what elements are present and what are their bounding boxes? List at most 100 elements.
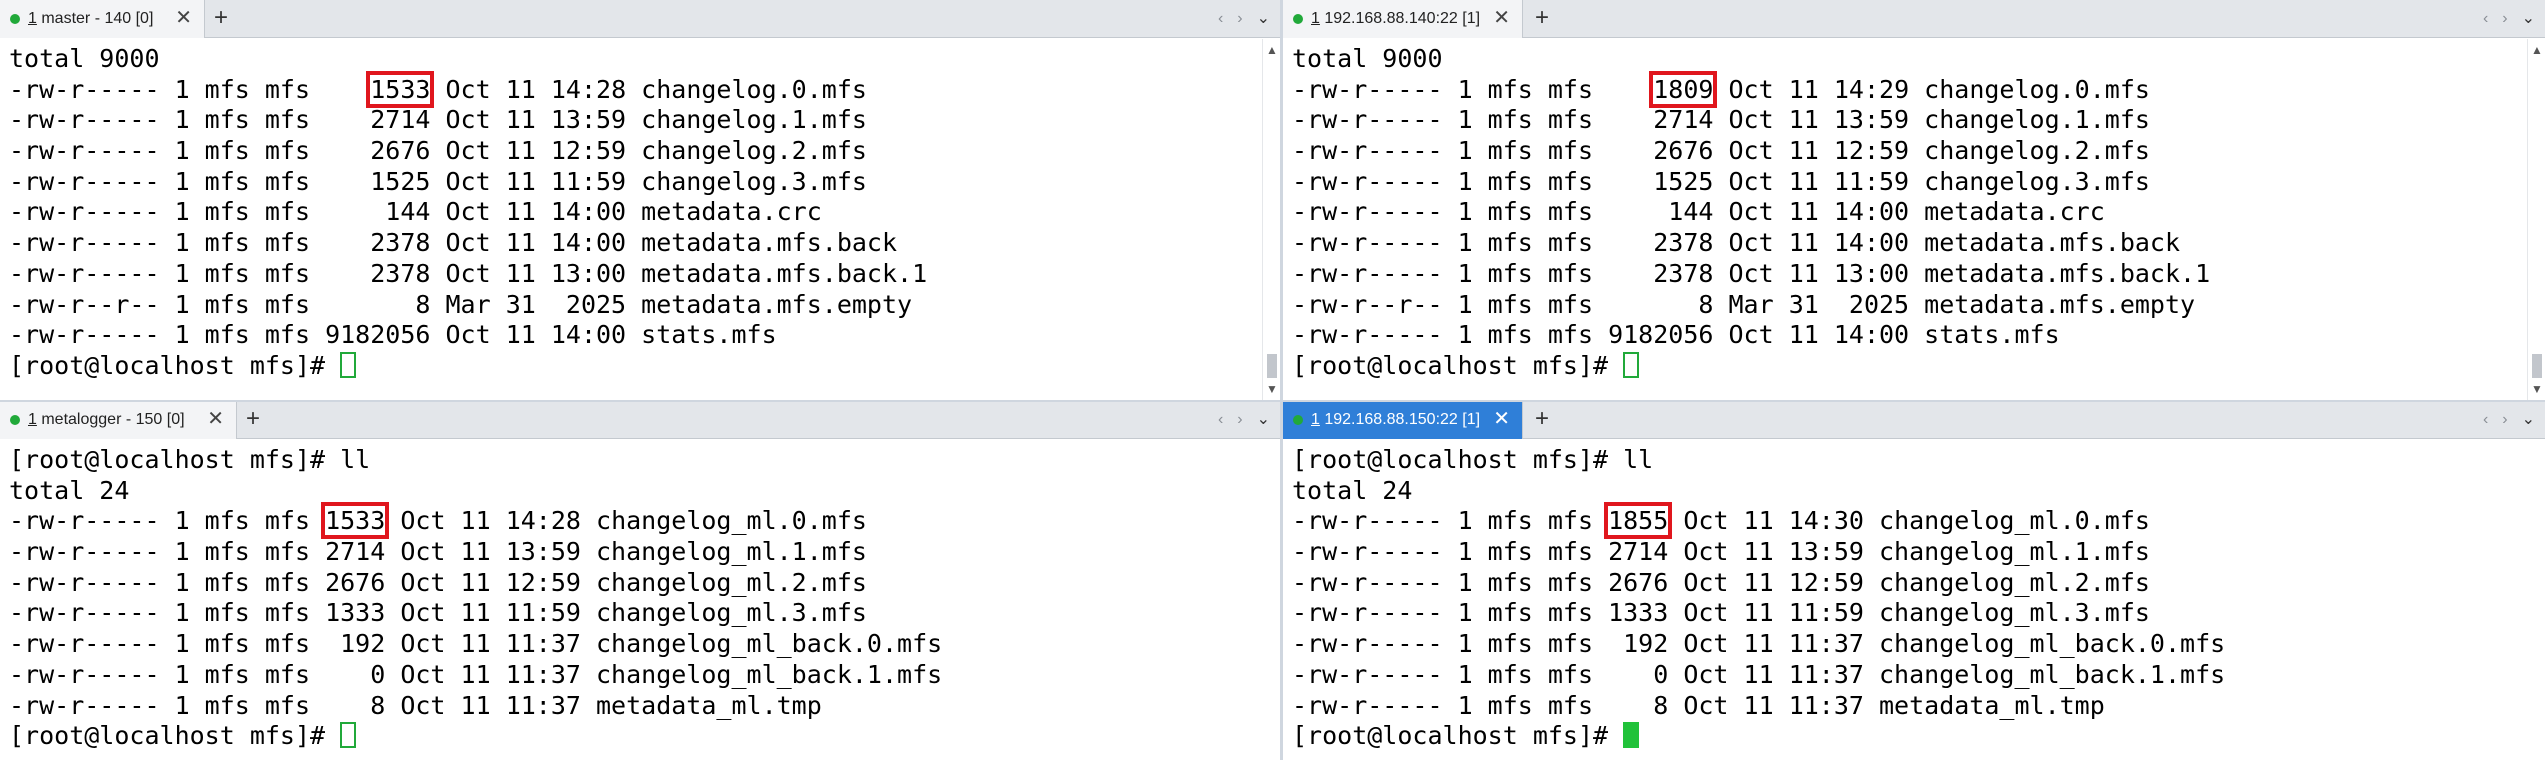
tab-label: 1 master - 140 [0] — [28, 10, 154, 27]
chevron-down-icon: ⌄ — [1256, 411, 1270, 428]
chevron-left-icon: ‹ — [2482, 411, 2503, 428]
tab-label: 1 192.168.88.150:22 [1] — [1311, 411, 1481, 428]
terminal-line: -rw-r----- 1 mfs mfs 2676 Oct 11 12:59 c… — [9, 136, 867, 166]
new-tab-button[interactable]: + — [1535, 6, 1549, 30]
terminal-line: -rw-r----- 1 mfs mfs 8 Oct 11 11:37 meta… — [1292, 690, 2105, 720]
tab-navigation[interactable]: ‹›⌄ — [2483, 8, 2535, 28]
terminal-line: -rw-r----- 1 mfs mfs 1533 Oct 11 14:28 c… — [9, 502, 867, 540]
terminal-line: -rw-r----- 1 mfs mfs 9182056 Oct 11 14:0… — [9, 320, 777, 350]
highlighted-file-size: 1809 — [1649, 70, 1718, 108]
terminal-line: -rw-r----- 1 mfs mfs 1525 Oct 11 11:59 c… — [1292, 166, 2150, 196]
tab-label: 1 192.168.88.140:22 [1] — [1311, 10, 1481, 27]
tab-metalogger[interactable]: 1 metalogger - 150 [0] ✕ — [0, 401, 237, 439]
terminal-line: -rw-r----- 1 mfs mfs 1333 Oct 11 11:59 c… — [9, 598, 867, 628]
new-tab-button[interactable]: + — [214, 6, 228, 30]
status-dot-icon — [10, 14, 20, 24]
tab-navigation[interactable]: ‹›⌄ — [1218, 8, 1270, 28]
shell-prompt: [root@localhost mfs]# — [1292, 721, 2225, 752]
close-tab-icon[interactable]: ✕ — [1493, 8, 1510, 28]
terminal-output[interactable]: total 9000 -rw-r----- 1 mfs mfs 1809 Oct … — [1283, 39, 2545, 400]
terminal-pane-metalogger[interactable]: 1 metalogger - 150 [0] ✕ + ‹›⌄ [root@loc… — [0, 401, 1280, 760]
terminal-line: -rw-r----- 1 mfs mfs 144 Oct 11 14:00 me… — [9, 197, 822, 227]
terminal-line: total 9000 — [9, 44, 160, 73]
terminal-line: -rw-r----- 1 mfs mfs 2378 Oct 11 13:00 m… — [9, 258, 928, 288]
tab-192-168-88-140[interactable]: 1 192.168.88.140:22 [1] ✕ — [1283, 0, 1523, 38]
terminal-line: -rw-r----- 1 mfs mfs 2378 Oct 11 14:00 m… — [1292, 228, 2181, 258]
tab-192-168-88-150[interactable]: 1 192.168.88.150:22 [1] ✕ — [1283, 401, 1523, 439]
chevron-right-icon: › — [1237, 411, 1257, 428]
terminal-pane-140-ssh[interactable]: 1 192.168.88.140:22 [1] ✕ + ‹›⌄ total 90… — [1283, 0, 2545, 400]
scrollbar[interactable]: ▲ ▼ — [2527, 39, 2545, 400]
terminal-line: total 24 — [1292, 475, 1413, 505]
chevron-left-icon: ‹ — [1217, 10, 1238, 27]
terminal-line: -rw-r----- 1 mfs mfs 2676 Oct 11 12:59 c… — [1292, 567, 2150, 597]
status-dot-icon — [1293, 14, 1303, 24]
tab-label: 1 metalogger - 150 [0] — [28, 411, 185, 428]
status-dot-icon — [10, 415, 20, 425]
terminal-pane-150-ssh[interactable]: 1 192.168.88.150:22 [1] ✕ + ‹›⌄ [root@lo… — [1283, 401, 2545, 760]
tab-bar: 1 master - 140 [0] ✕ + ‹›⌄ — [0, 0, 1280, 38]
tab-navigation[interactable]: ‹›⌄ — [2483, 409, 2535, 429]
terminal-line: -rw-r----- 1 mfs mfs 2378 Oct 11 13:00 m… — [1292, 258, 2211, 288]
chevron-left-icon: ‹ — [1217, 411, 1238, 428]
terminal-line: -rw-r----- 1 mfs mfs 2714 Oct 11 13:59 c… — [1292, 105, 2150, 135]
chevron-left-icon: ‹ — [2482, 10, 2503, 27]
shell-prompt: [root@localhost mfs]# — [1292, 351, 2210, 382]
terminal-output[interactable]: [root@localhost mfs]# ll total 24 -rw-r---… — [0, 440, 1280, 760]
pane-divider-vertical[interactable] — [1280, 0, 1283, 760]
terminal-line: -rw-r----- 1 mfs mfs 144 Oct 11 14:00 me… — [1292, 197, 2105, 227]
status-dot-icon — [1293, 415, 1303, 425]
terminal-line: -rw-r----- 1 mfs mfs 2676 Oct 11 12:59 c… — [1292, 136, 2150, 166]
terminal-output[interactable]: total 9000 -rw-r----- 1 mfs mfs 1533 Oct … — [0, 39, 1280, 400]
terminal-line: total 9000 — [1292, 44, 1443, 73]
scroll-up-icon: ▲ — [1266, 43, 1278, 57]
close-tab-icon[interactable]: ✕ — [175, 8, 192, 28]
close-tab-icon[interactable]: ✕ — [207, 409, 224, 429]
terminal-line: -rw-r--r-- 1 mfs mfs 8 Mar 31 2025 metad… — [9, 289, 913, 319]
chevron-right-icon: › — [2502, 10, 2522, 27]
terminal-line: -rw-r----- 1 mfs mfs 1333 Oct 11 11:59 c… — [1292, 598, 2150, 628]
terminal-line: -rw-r----- 1 mfs mfs 2676 Oct 11 12:59 c… — [9, 567, 867, 597]
terminal-line: -rw-r--r-- 1 mfs mfs 8 Mar 31 2025 metad… — [1292, 289, 2196, 319]
new-tab-button[interactable]: + — [246, 407, 260, 431]
pane-divider-horizontal[interactable] — [0, 400, 2545, 402]
tab-navigation[interactable]: ‹›⌄ — [1218, 409, 1270, 429]
terminal-output[interactable]: [root@localhost mfs]# ll total 24 -rw-r---… — [1283, 440, 2545, 760]
terminal-line: -rw-r----- 1 mfs mfs 1809 Oct 11 14:29 c… — [1292, 70, 2150, 108]
terminal-line: -rw-r----- 1 mfs mfs 9182056 Oct 11 14:0… — [1292, 320, 2060, 350]
chevron-down-icon: ⌄ — [2521, 411, 2535, 428]
tab-bar: 1 192.168.88.140:22 [1] ✕ + ‹›⌄ — [1283, 0, 2545, 38]
highlighted-file-size: 1855 — [1604, 502, 1673, 540]
text-cursor[interactable] — [340, 351, 357, 378]
terminal-line: -rw-r----- 1 mfs mfs 2378 Oct 11 14:00 m… — [9, 228, 898, 258]
terminal-pane-master[interactable]: 1 master - 140 [0] ✕ + ‹›⌄ total 9000 -rw… — [0, 0, 1280, 400]
scroll-down-icon: ▼ — [1266, 382, 1278, 396]
scroll-up-icon: ▲ — [2531, 43, 2543, 57]
text-cursor[interactable] — [340, 722, 357, 749]
terminal-line: -rw-r----- 1 mfs mfs 1525 Oct 11 11:59 c… — [9, 166, 867, 196]
terminal-line: [root@localhost mfs]# ll — [9, 445, 371, 474]
tab-bar: 1 metalogger - 150 [0] ✕ + ‹›⌄ — [0, 401, 1280, 439]
chevron-down-icon: ⌄ — [2521, 10, 2535, 27]
highlighted-file-size: 1533 — [366, 70, 435, 108]
chevron-down-icon: ⌄ — [1256, 10, 1270, 27]
close-tab-icon[interactable]: ✕ — [1493, 409, 1510, 429]
highlighted-file-size: 1533 — [321, 502, 390, 540]
scroll-thumb[interactable] — [1267, 354, 1277, 378]
terminal-line: -rw-r----- 1 mfs mfs 8 Oct 11 11:37 meta… — [9, 690, 822, 720]
scroll-thumb[interactable] — [2532, 354, 2542, 378]
tab-bar: 1 192.168.88.150:22 [1] ✕ + ‹›⌄ — [1283, 401, 2545, 439]
new-tab-button[interactable]: + — [1535, 407, 1549, 431]
terminal-line: total 24 — [9, 475, 130, 505]
terminal-line: -rw-r----- 1 mfs mfs 1533 Oct 11 14:28 c… — [9, 70, 867, 108]
text-cursor[interactable] — [1623, 722, 1640, 749]
terminal-line: -rw-r----- 1 mfs mfs 192 Oct 11 11:37 ch… — [1292, 629, 2226, 659]
terminal-line: [root@localhost mfs]# ll — [1292, 445, 1654, 474]
chevron-right-icon: › — [1237, 10, 1257, 27]
tab-master[interactable]: 1 master - 140 [0] ✕ — [0, 0, 205, 38]
terminal-line: -rw-r----- 1 mfs mfs 2714 Oct 11 13:59 c… — [1292, 537, 2150, 567]
shell-prompt: [root@localhost mfs]# — [9, 351, 927, 382]
text-cursor[interactable] — [1623, 351, 1640, 378]
terminal-line: -rw-r----- 1 mfs mfs 0 Oct 11 11:37 chan… — [1292, 659, 2226, 689]
scrollbar[interactable]: ▲ ▼ — [1262, 39, 1280, 400]
